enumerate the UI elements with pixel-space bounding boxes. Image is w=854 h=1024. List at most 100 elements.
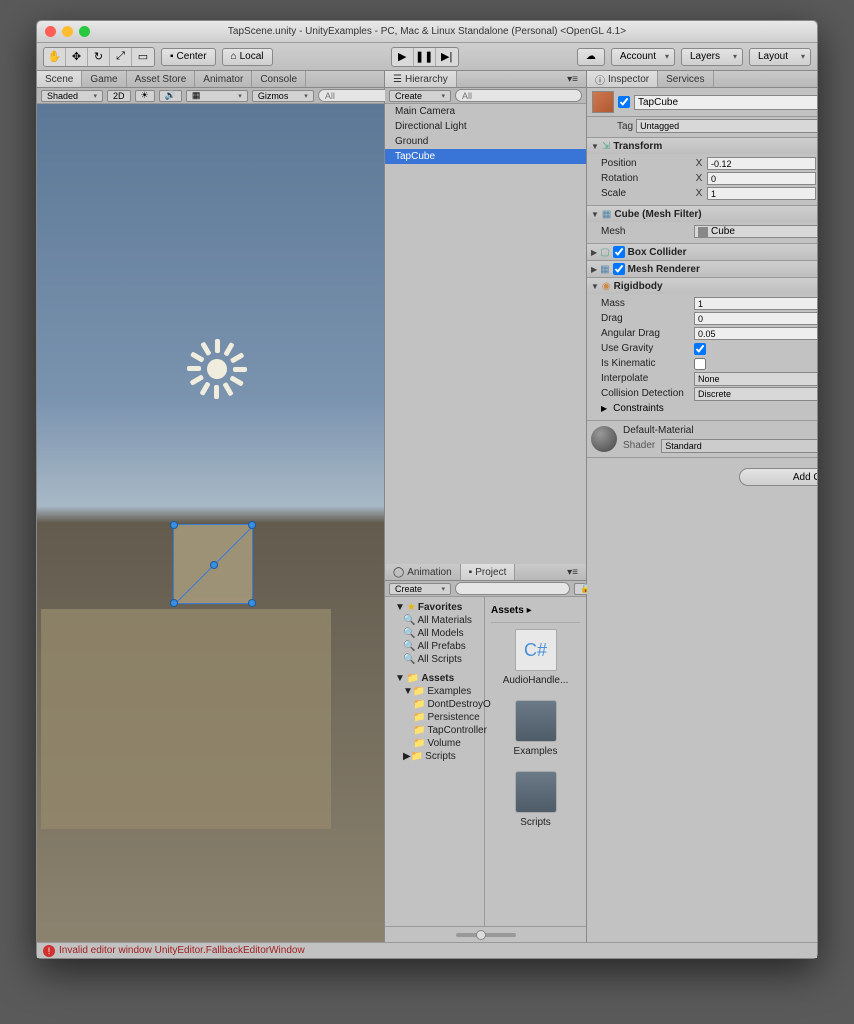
lighting-toggle[interactable]: ☀ — [135, 90, 155, 102]
2d-toggle[interactable]: 2D — [107, 90, 131, 102]
renderer-icon: ▦ — [600, 264, 609, 275]
layout-dropdown[interactable]: Layout — [749, 48, 811, 66]
hierarchy-item[interactable]: Main Camera — [385, 104, 586, 119]
grid-size-slider[interactable] — [456, 933, 516, 937]
hand-tool[interactable]: ✋ — [44, 48, 66, 66]
drag-field[interactable] — [694, 312, 817, 325]
material-preview-icon — [591, 426, 617, 452]
asset-item[interactable]: Examples — [491, 700, 580, 757]
favorites-header[interactable]: ▼★Favorites — [385, 601, 484, 614]
tag-dropdown[interactable]: Untagged — [636, 119, 817, 133]
hierarchy-create[interactable]: Create — [389, 90, 451, 102]
gameobject-icon[interactable] — [592, 91, 614, 113]
tab-services[interactable]: Services — [658, 71, 713, 87]
breadcrumb[interactable]: Assets ▸ — [491, 603, 580, 623]
hierarchy-item[interactable]: Directional Light — [385, 119, 586, 134]
asset-item[interactable]: Scripts — [491, 771, 580, 828]
move-tool[interactable]: ✥ — [66, 48, 88, 66]
selected-cube[interactable] — [173, 524, 253, 604]
name-field[interactable] — [634, 95, 817, 110]
material-slot[interactable]: Default-Material ShaderStandard ? — [587, 421, 817, 458]
angular-drag-field[interactable] — [694, 327, 817, 340]
tab-inspector[interactable]: ⓘ Inspector — [587, 71, 658, 87]
hierarchy-item[interactable]: Ground — [385, 134, 586, 149]
maximize-window-icon[interactable] — [79, 26, 90, 37]
scale-x-field[interactable] — [707, 187, 816, 200]
rotate-tool[interactable]: ↻ — [88, 48, 110, 66]
folder-item[interactable]: ▼📁Examples — [385, 685, 484, 698]
mass-field[interactable] — [694, 297, 817, 310]
window-title: TapScene.unity - UnityExamples - PC, Mac… — [37, 26, 817, 37]
assets-header[interactable]: ▼📁Assets — [385, 672, 484, 685]
shader-dropdown[interactable]: Standard — [661, 439, 817, 453]
component-enabled-checkbox[interactable] — [613, 263, 625, 275]
pause-button[interactable]: ❚❚ — [414, 48, 436, 66]
folder-item[interactable]: 📁Persistence — [385, 711, 484, 724]
playback-controls: ▶ ❚❚ ▶| — [391, 47, 459, 67]
tab-asset-store[interactable]: Asset Store — [127, 71, 196, 87]
collision-detection-dropdown[interactable]: Discrete — [694, 387, 817, 401]
tab-project[interactable]: ▪ Project — [461, 564, 516, 580]
gravity-checkbox[interactable] — [694, 343, 706, 355]
component-enabled-checkbox[interactable] — [613, 246, 625, 258]
favorite-item[interactable]: 🔍All Models — [385, 627, 484, 640]
tab-animation[interactable]: ◯ Animation — [385, 564, 461, 580]
mesh-field[interactable]: Cube⊙ — [694, 225, 817, 238]
favorite-item[interactable]: 🔍All Scripts — [385, 653, 484, 666]
kinematic-checkbox[interactable] — [694, 358, 706, 370]
status-bar[interactable]: ! Invalid editor window UnityEditor.Fall… — [37, 942, 817, 958]
tab-console[interactable]: Console — [252, 71, 306, 87]
folder-icon — [515, 700, 557, 742]
hierarchy-search[interactable] — [455, 89, 582, 102]
asset-item[interactable]: C#AudioHandle... — [491, 629, 580, 686]
favorite-item[interactable]: 🔍All Materials — [385, 614, 484, 627]
layers-dropdown[interactable]: Layers — [681, 48, 743, 66]
folder-item[interactable]: ▶📁Scripts — [385, 750, 484, 763]
step-button[interactable]: ▶| — [436, 48, 458, 66]
hierarchy-item-selected[interactable]: TapCube — [385, 149, 586, 164]
space-button[interactable]: ⌂Local — [222, 48, 273, 66]
tab-game[interactable]: Game — [82, 71, 126, 87]
close-window-icon[interactable] — [45, 26, 56, 37]
scene-view[interactable] — [37, 104, 384, 942]
add-component-button[interactable]: Add Component — [739, 468, 817, 486]
pos-x-field[interactable] — [707, 157, 816, 170]
project-create[interactable]: Create — [389, 583, 451, 595]
account-dropdown[interactable]: Account — [611, 48, 675, 66]
ground-object[interactable] — [41, 609, 331, 829]
component-header[interactable]: ▶▦Mesh Renderer?⚙ — [587, 261, 817, 277]
audio-toggle[interactable]: 🔊 — [159, 90, 182, 102]
scale-tool[interactable]: ⤢ — [110, 48, 132, 66]
project-search[interactable] — [455, 582, 570, 595]
rot-x-field[interactable] — [707, 172, 816, 185]
panel-menu-icon[interactable]: ▾≡ — [559, 71, 586, 87]
project-tree: ▼★Favorites 🔍All Materials 🔍All Models 🔍… — [385, 597, 485, 926]
pivot-button[interactable]: ▪Center — [161, 48, 216, 66]
minimize-window-icon[interactable] — [62, 26, 73, 37]
meshfilter-component: ▼▦Cube (Mesh Filter)?⚙ MeshCube⊙ — [587, 206, 817, 244]
tab-animator[interactable]: Animator — [195, 71, 252, 87]
gizmos-dropdown[interactable]: Gizmos — [252, 90, 314, 102]
rect-tool[interactable]: ▭ — [132, 48, 154, 66]
folder-item[interactable]: 📁DontDestroyO — [385, 698, 484, 711]
scene-tabs: Scene Game Asset Store Animator Console — [37, 71, 384, 88]
panel-menu-icon[interactable]: ▾≡ — [559, 564, 586, 580]
tab-scene[interactable]: Scene — [37, 71, 82, 87]
component-header[interactable]: ▼▦Cube (Mesh Filter)?⚙ — [587, 206, 817, 222]
component-header[interactable]: ▼◉Rigidbody?⚙ — [587, 278, 817, 294]
folder-item[interactable]: 📁TapController — [385, 724, 484, 737]
component-header[interactable]: ▶▢Box Collider?⚙ — [587, 244, 817, 260]
folder-item[interactable]: 📁Volume — [385, 737, 484, 750]
fx-toggle[interactable]: ▦ — [186, 90, 248, 102]
play-button[interactable]: ▶ — [392, 48, 414, 66]
enabled-checkbox[interactable] — [618, 96, 630, 108]
shading-dropdown[interactable]: Shaded — [41, 90, 103, 102]
component-header[interactable]: ▼⇲Transform?⚙ — [587, 138, 817, 154]
cloud-button[interactable]: ☁ — [577, 48, 605, 66]
tab-hierarchy[interactable]: ☰ Hierarchy — [385, 71, 457, 87]
transform-icon: ⇲ — [602, 141, 610, 152]
favorite-item[interactable]: 🔍All Prefabs — [385, 640, 484, 653]
constraints-foldout[interactable]: ▶Constraints — [601, 401, 817, 416]
interpolate-dropdown[interactable]: None — [694, 372, 817, 386]
light-gizmo-icon[interactable] — [187, 339, 247, 399]
